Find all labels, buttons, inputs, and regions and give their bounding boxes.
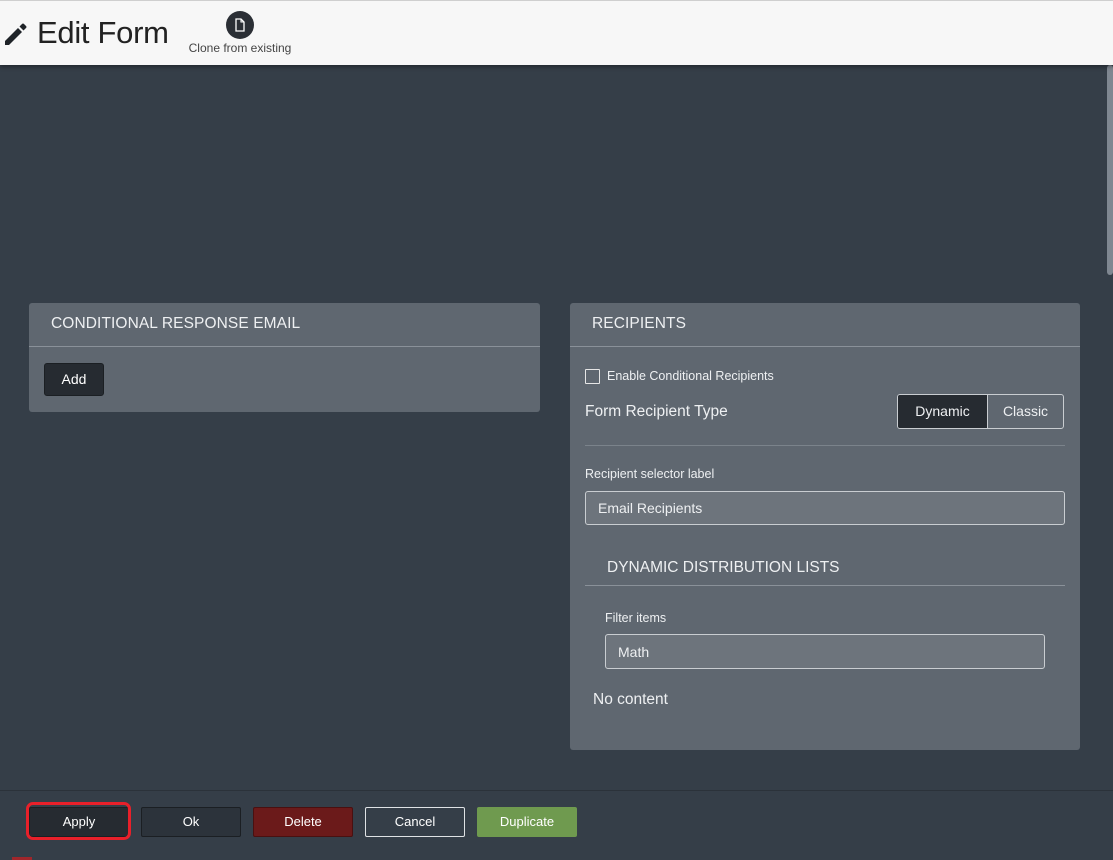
pencil-icon	[5, 23, 27, 45]
apply-button[interactable]: Apply	[29, 807, 129, 837]
no-content-text: No content	[593, 691, 668, 708]
recipient-selector-label: Recipient selector label	[585, 467, 715, 481]
duplicate-button[interactable]: Duplicate	[477, 807, 577, 837]
dynamic-distribution-lists-title: DYNAMIC DISTRIBUTION LISTS	[607, 559, 840, 576]
document-icon	[226, 11, 254, 39]
scrollbar-thumb[interactable]	[1107, 65, 1113, 275]
recipients-panel: RECIPIENTS Enable Conditional Recipients…	[570, 303, 1080, 750]
scrollbar[interactable]	[1107, 65, 1113, 795]
page-title: Edit Form	[37, 15, 169, 50]
page-header: Edit Form Clone from existing	[0, 0, 1113, 65]
enable-conditional-recipients-checkbox[interactable]: Enable Conditional Recipients	[585, 367, 774, 385]
recipient-type-dynamic[interactable]: Dynamic	[898, 395, 987, 428]
clone-from-existing-button[interactable]: Clone from existing	[184, 9, 296, 61]
divider	[585, 445, 1065, 446]
ok-button[interactable]: Ok	[141, 807, 241, 837]
recipient-selector-input[interactable]	[585, 491, 1065, 525]
divider	[585, 585, 1065, 586]
recipient-type-classic[interactable]: Classic	[987, 395, 1063, 428]
conditional-response-email-panel: CONDITIONAL RESPONSE EMAIL Add	[29, 303, 540, 412]
checkbox-label: Enable Conditional Recipients	[607, 369, 774, 383]
cancel-button[interactable]: Cancel	[365, 807, 465, 837]
filter-items-input[interactable]	[605, 634, 1045, 669]
add-button[interactable]: Add	[44, 363, 104, 396]
checkbox-box[interactable]	[585, 368, 600, 384]
recipient-type-toggle: Dynamic Classic	[897, 394, 1064, 429]
delete-button[interactable]: Delete	[253, 807, 353, 837]
panel-title: RECIPIENTS	[570, 303, 1080, 347]
panel-title: CONDITIONAL RESPONSE EMAIL	[29, 303, 540, 347]
footer-divider	[0, 790, 1113, 791]
clone-label: Clone from existing	[188, 41, 292, 55]
filter-items-label: Filter items	[605, 611, 667, 625]
form-recipient-type-label: Form Recipient Type	[585, 403, 728, 420]
